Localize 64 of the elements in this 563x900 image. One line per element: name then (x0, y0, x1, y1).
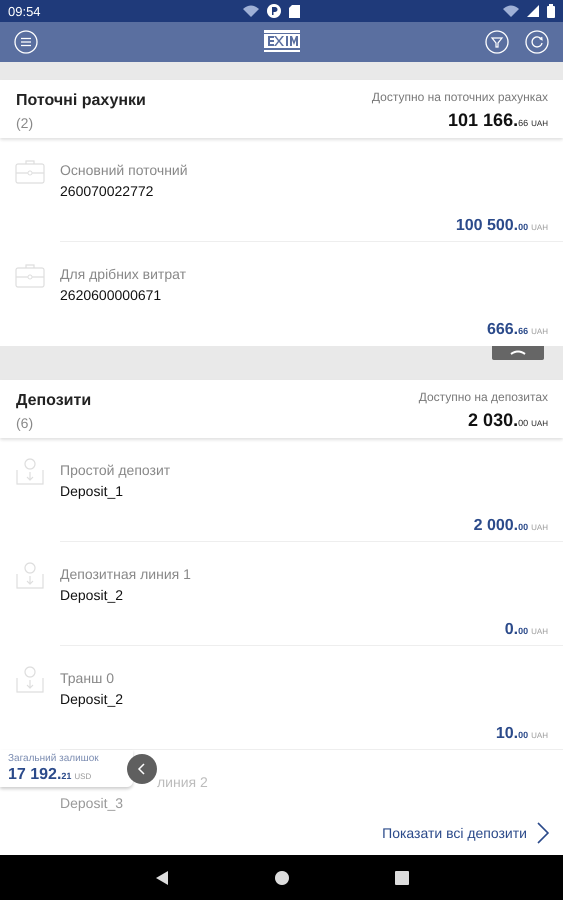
amount-cents: 66 (518, 118, 528, 128)
bank-logo-icon (264, 30, 300, 54)
amount-cents: 00 (518, 522, 528, 532)
currency: USD (74, 772, 92, 781)
account-number: Deposit_2 (60, 587, 124, 603)
signal-icon (526, 5, 539, 17)
account-number: Deposit_1 (60, 483, 124, 499)
amount: 2 000. (474, 517, 518, 534)
filter-icon[interactable] (485, 30, 509, 54)
menu-icon[interactable] (14, 30, 38, 54)
product-name: Депозитная линия 1 (60, 566, 192, 582)
currency: UAH (531, 627, 548, 636)
amount: 0. (504, 621, 518, 638)
recents-icon[interactable] (394, 870, 410, 886)
balance-label: Загальний залишок (8, 753, 100, 764)
amount: 666. (486, 321, 518, 338)
amount: 10. (496, 725, 518, 742)
wifi-icon (502, 5, 519, 17)
parking-icon (267, 4, 282, 18)
item-count: (6) (16, 415, 34, 431)
currency: UAH (531, 523, 548, 532)
coin-box-icon (15, 666, 45, 693)
chevron-right-icon (537, 822, 549, 844)
total-label: Доступно на депозитах (418, 390, 548, 404)
back-icon[interactable] (154, 870, 170, 886)
product-name: Транш 0 (60, 670, 115, 686)
product-name: Простой депозит (60, 462, 172, 478)
currency: UAH (531, 731, 548, 740)
home-icon[interactable] (274, 870, 290, 886)
currency: UAH (531, 119, 548, 128)
account-number: Deposit_2 (60, 691, 124, 707)
amount: 101 166. (448, 110, 518, 130)
amount: 17 192. (8, 766, 62, 783)
clock: 09:54 (8, 4, 41, 18)
section-title: Депозити (16, 392, 92, 410)
amount-cents: 00 (518, 730, 528, 740)
amount: 2 030. (468, 410, 518, 430)
briefcase-icon (15, 262, 45, 289)
wifi-icon (243, 5, 260, 17)
amount-cents: 00 (518, 222, 528, 232)
collapse-button-icon[interactable] (127, 754, 157, 784)
section-title: Поточні рахунки (16, 92, 146, 110)
refresh-icon[interactable] (525, 30, 549, 54)
amount-cents: 66 (518, 326, 528, 336)
battery-icon (546, 4, 555, 18)
sim-card-icon (289, 4, 300, 18)
account-number: 2620600000671 (60, 287, 162, 303)
account-number: 260070022772 (60, 183, 154, 199)
coin-box-icon (15, 562, 45, 589)
currency: UAH (531, 419, 548, 428)
amount: 100 500. (456, 217, 518, 234)
currency: UAH (531, 327, 548, 336)
product-name: линия 2 (157, 774, 209, 790)
amount-cents: 21 (61, 771, 72, 781)
briefcase-icon (15, 158, 45, 185)
product-name: Основний поточний (60, 162, 189, 178)
item-count: (2) (16, 115, 34, 131)
amount-cents: 00 (518, 418, 528, 428)
currency: UAH (531, 223, 548, 232)
product-name: Для дрібних витрат (60, 266, 187, 282)
total-label: Доступно на поточних рахунках (372, 90, 548, 104)
coin-box-icon (15, 458, 45, 485)
account-number: Deposit_3 (60, 795, 124, 811)
amount-cents: 00 (518, 626, 528, 636)
